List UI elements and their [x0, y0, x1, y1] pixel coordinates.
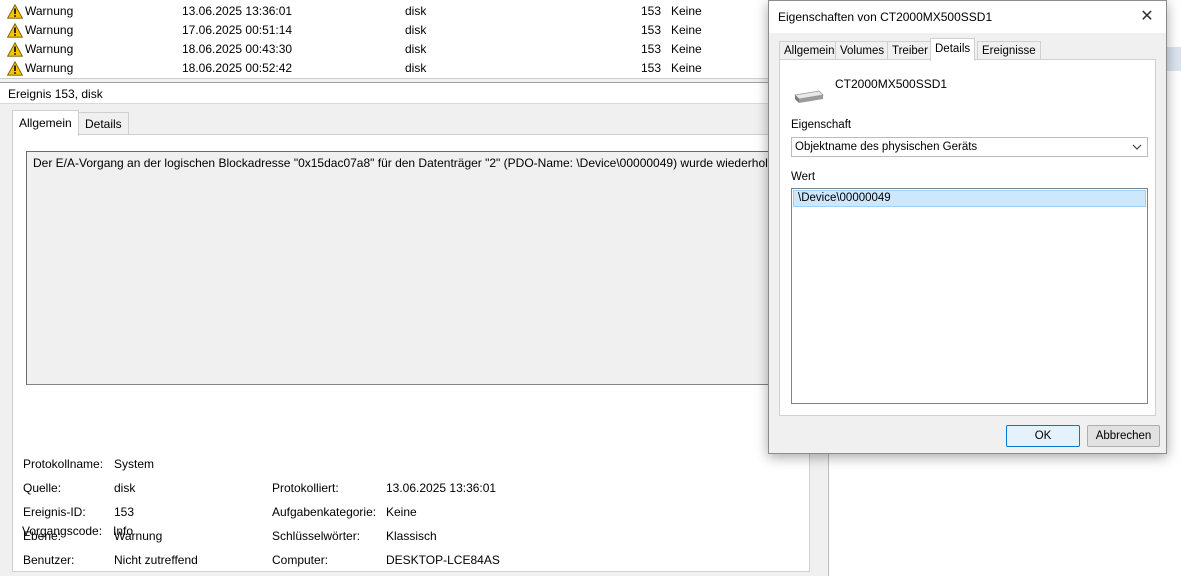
event-category: Keine: [671, 42, 702, 56]
chevron-down-icon: [1130, 138, 1144, 156]
event-list[interactable]: Warnung 13.06.2025 13:36:01 disk 153 Kei…: [0, 0, 828, 79]
field-value: DESKTOP-LCE84AS: [386, 553, 500, 567]
event-level: Warnung: [25, 61, 74, 75]
field-value: 153: [114, 505, 135, 519]
property-label: Eigenschaft: [791, 119, 852, 131]
preview-panel: Der E/A-Vorgang an der logischen Blockad…: [12, 134, 810, 572]
event-date: 17.06.2025 00:51:14: [182, 23, 293, 37]
field-label: Schlüsselwörter:: [272, 529, 361, 543]
field-value: System: [114, 457, 155, 471]
field-value: Info: [113, 524, 134, 538]
ok-button[interactable]: OK: [1006, 425, 1080, 447]
warning-icon: [7, 42, 23, 57]
property-dropdown[interactable]: Objektname des physischen Geräts: [791, 137, 1148, 157]
field-value: Nicht zutreffend: [114, 553, 198, 567]
field-label: Quelle:: [23, 481, 62, 495]
dialog-title: Eigenschaften von CT2000MX500SSD1: [769, 1, 1166, 33]
event-level: Warnung: [25, 42, 74, 56]
event-row[interactable]: Warnung 18.06.2025 00:43:30 disk 153 Kei…: [0, 40, 828, 59]
field-value: disk: [114, 481, 136, 495]
event-source: disk: [405, 23, 427, 37]
value-item[interactable]: \Device\00000049: [793, 190, 1146, 207]
drive-icon: [794, 90, 824, 103]
tab-details[interactable]: Details: [930, 38, 976, 61]
field-label: Vorgangscode:: [22, 524, 103, 538]
event-category: Keine: [671, 4, 702, 18]
field-label: Protokollname:: [23, 457, 104, 471]
event-date: 18.06.2025 00:52:42: [182, 61, 293, 75]
cancel-button[interactable]: Abbrechen: [1087, 425, 1160, 447]
event-source: disk: [405, 61, 427, 75]
field-label: Benutzer:: [23, 553, 75, 567]
field-label: Protokolliert:: [272, 481, 339, 495]
event-date: 13.06.2025 13:36:01: [182, 4, 293, 18]
tab-treiber[interactable]: Treiber: [887, 41, 933, 60]
property-selected: Objektname des physischen Geräts: [795, 141, 978, 153]
event-date: 18.06.2025 00:43:30: [182, 42, 293, 56]
value-label: Wert: [791, 171, 816, 183]
tab-details[interactable]: Details: [78, 112, 129, 135]
event-message[interactable]: Der E/A-Vorgang an der logischen Blockad…: [26, 151, 786, 385]
event-id: 153: [641, 4, 662, 18]
field-value: 13.06.2025 13:36:01: [386, 481, 497, 495]
event-row[interactable]: Warnung 17.06.2025 00:51:14 disk 153 Kei…: [0, 21, 828, 40]
details-panel: CT2000MX500SSD1 Eigenschaft Objektname d…: [779, 59, 1156, 416]
device-name: CT2000MX500SSD1: [835, 77, 948, 91]
properties-dialog: Eigenschaften von CT2000MX500SSD1 ✕ Allg…: [768, 0, 1167, 454]
tab-allgemein[interactable]: Allgemein: [779, 41, 840, 60]
field-label: Computer:: [272, 553, 329, 567]
field-value: Keine: [386, 505, 417, 519]
tab-volumes[interactable]: Volumes: [835, 41, 890, 60]
event-source: disk: [405, 4, 427, 18]
warning-icon: [7, 61, 23, 76]
tab-ereignisse[interactable]: Ereignisse: [977, 41, 1041, 60]
tab-allgemein[interactable]: Allgemein: [12, 110, 79, 136]
event-id: 153: [641, 23, 662, 37]
event-level: Warnung: [25, 4, 74, 18]
event-preview-pane: Ereignis 153, disk Allgemein Details Der…: [0, 82, 828, 576]
event-id: 153: [641, 61, 662, 75]
value-list[interactable]: \Device\00000049: [791, 188, 1148, 404]
event-row[interactable]: Warnung 18.06.2025 00:52:42 disk 153 Kei…: [0, 59, 828, 78]
event-category: Keine: [671, 23, 702, 37]
warning-icon: [7, 23, 23, 38]
event-id: 153: [641, 42, 662, 56]
field-label: Ereignis-ID:: [23, 505, 86, 519]
event-row[interactable]: Warnung 13.06.2025 13:36:01 disk 153 Kei…: [0, 2, 828, 21]
event-category: Keine: [671, 61, 702, 75]
event-level: Warnung: [25, 23, 74, 37]
preview-header: Ereignis 153, disk: [0, 82, 828, 104]
warning-icon: [7, 4, 23, 19]
close-icon[interactable]: ✕: [1134, 5, 1160, 29]
selected-action-highlight: [1166, 47, 1181, 71]
field-label: Aufgabenkategorie:: [272, 505, 377, 519]
field-value: Klassisch: [386, 529, 437, 543]
event-source: disk: [405, 42, 427, 56]
